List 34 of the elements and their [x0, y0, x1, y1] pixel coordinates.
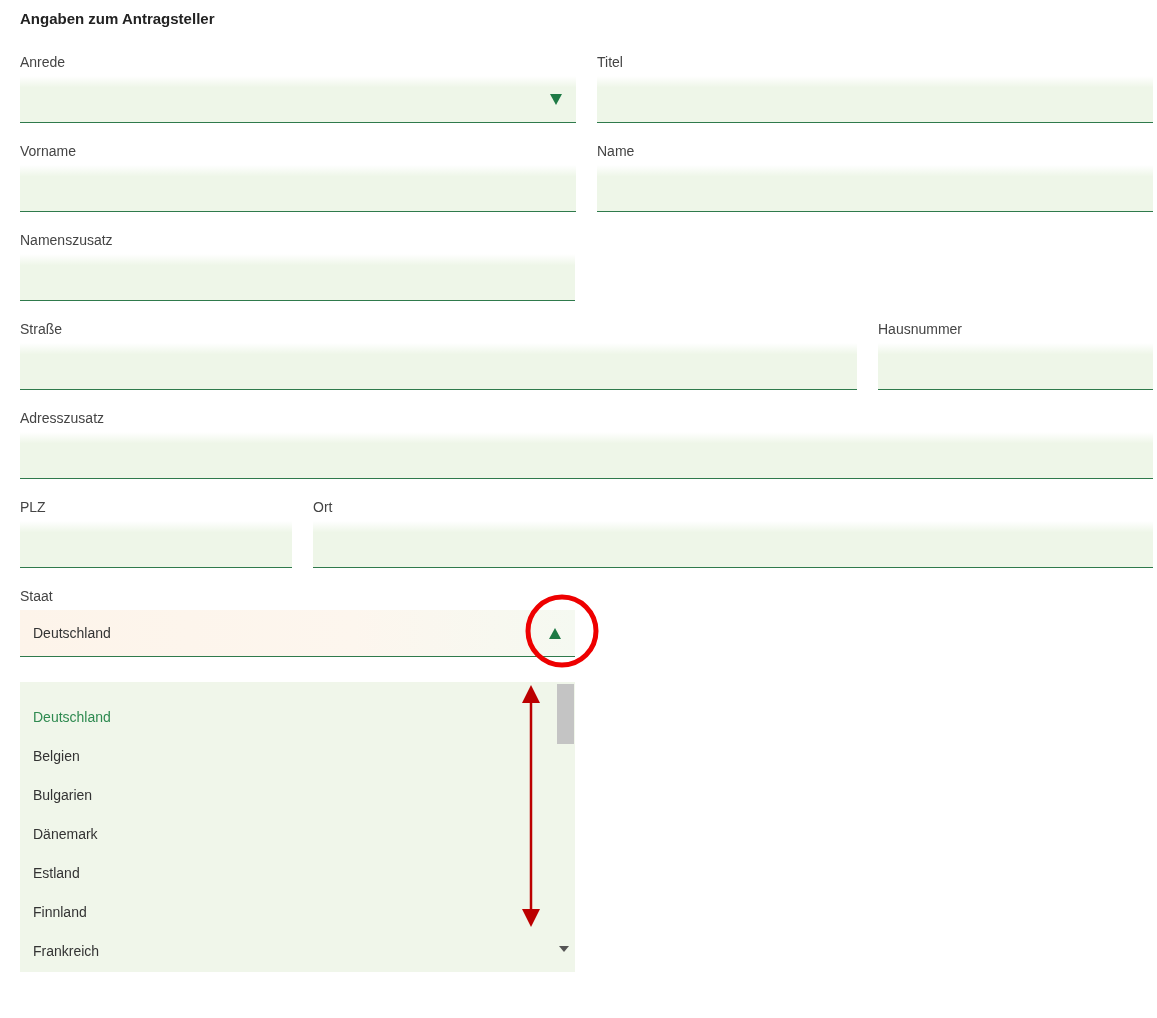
dropdown-option[interactable]: Finnland — [33, 901, 87, 923]
select-field[interactable]: Deutschland — [20, 610, 575, 657]
input-field[interactable] — [597, 76, 1153, 123]
scrollbar-thumb[interactable] — [556, 684, 574, 744]
input-field[interactable] — [20, 254, 575, 301]
select-field[interactable] — [20, 76, 576, 123]
input-field[interactable] — [20, 432, 1153, 479]
scroll-down-icon[interactable] — [559, 946, 569, 952]
field-label: Name — [597, 143, 635, 159]
dropdown-option[interactable]: Estland — [33, 862, 80, 884]
field-label: PLZ — [20, 499, 46, 515]
input-field[interactable] — [878, 343, 1153, 390]
field-label: Ort — [313, 499, 333, 515]
input-field[interactable] — [20, 165, 576, 212]
section-heading: Angaben zum Antragsteller — [20, 10, 215, 27]
field-label: Titel — [597, 54, 623, 70]
dropdown-option[interactable]: Bulgarien — [33, 784, 93, 806]
field-label: Hausnummer — [878, 321, 963, 337]
caret-up-icon[interactable] — [549, 627, 561, 639]
input-field[interactable] — [20, 521, 292, 568]
dropdown-option[interactable]: Frankreich — [33, 940, 100, 962]
dropdown-option[interactable]: Deutschland — [33, 706, 111, 728]
dropdown-option[interactable]: Belgien — [33, 745, 80, 767]
field-label: Straße — [20, 321, 62, 337]
field-label: Adresszusatz — [20, 410, 105, 426]
field-label: Vorname — [20, 143, 77, 159]
input-field[interactable] — [20, 343, 857, 390]
field-label: Staat — [20, 588, 53, 604]
input-field[interactable] — [313, 521, 1153, 568]
dropdown-option[interactable]: Dänemark — [33, 823, 98, 845]
field-label: Namenszusatz — [20, 232, 113, 248]
field-label: Anrede — [20, 54, 66, 70]
input-field[interactable] — [597, 165, 1153, 212]
caret-down-icon[interactable] — [550, 93, 562, 105]
